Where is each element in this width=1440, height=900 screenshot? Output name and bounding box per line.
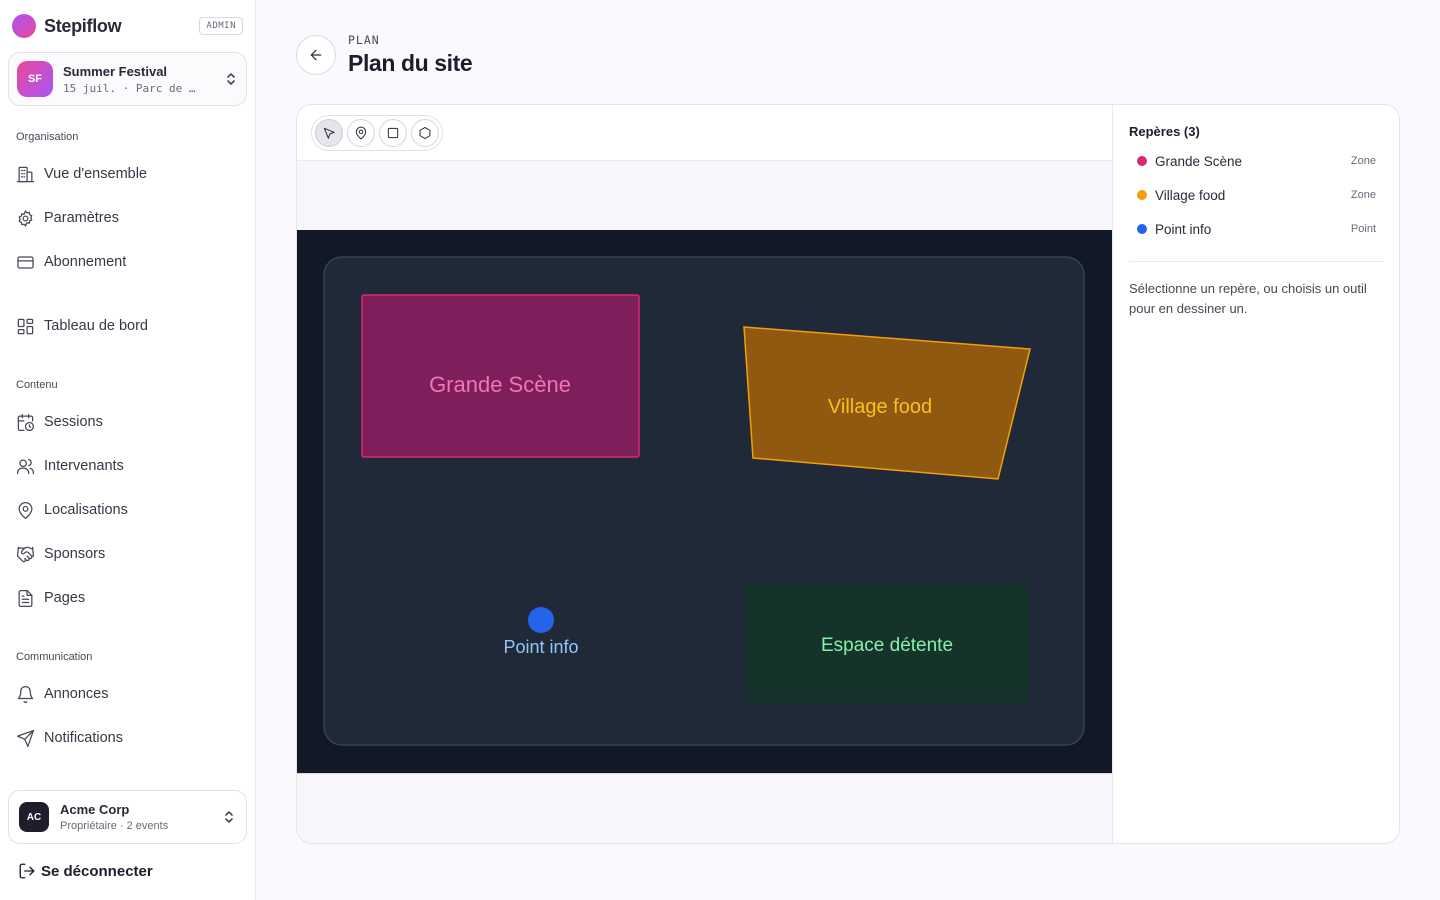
zone-label: Village food (828, 396, 932, 418)
tool-group (311, 115, 443, 151)
nav-item-abonnement[interactable]: Abonnement (16, 248, 240, 276)
marker-name: Village food (1155, 187, 1226, 203)
org-switcher[interactable]: AC Acme Corp Propriétaire · 2 events (8, 790, 247, 844)
brand: Stepiflow ADMIN (12, 14, 244, 38)
event-name: Summer Festival (63, 63, 168, 79)
marker-row-point-info[interactable]: Point info Point (1129, 214, 1384, 244)
org-meta: Propriétaire · 2 events (60, 820, 169, 832)
map-pin-icon (18, 501, 33, 519)
nav-item-sponsors[interactable]: Sponsors (16, 540, 240, 568)
logout-icon (19, 863, 35, 879)
arrow-left-icon (310, 49, 322, 61)
square-icon (387, 127, 399, 139)
nav-label: Annonces (44, 686, 109, 702)
page-title: Plan du site (348, 50, 473, 76)
marker-row-village-food[interactable]: Village food Zone (1129, 180, 1384, 210)
admin-badge: ADMIN (199, 17, 243, 35)
nav-label: Sessions (44, 414, 103, 430)
nav-item-vue-ensemble[interactable]: Vue d'ensemble (16, 160, 240, 188)
nav-item-notifications[interactable]: Notifications (16, 724, 240, 752)
hexagon-icon (419, 126, 431, 140)
nav-label: Sponsors (44, 546, 106, 562)
logout-label: Se déconnecter (41, 862, 153, 880)
nav-item-sessions[interactable]: Sessions (16, 408, 240, 436)
nav-label: Pages (44, 590, 86, 606)
section-label-organisation: Organisation (16, 131, 79, 143)
chevron-up-down-icon (222, 808, 236, 826)
nav-label: Intervenants (44, 458, 124, 474)
point-tool[interactable] (347, 119, 375, 147)
marker-row-grande-scene[interactable]: Grande Scène Zone (1129, 146, 1384, 176)
building-icon (16, 166, 35, 182)
nav-label: Notifications (44, 730, 123, 746)
nav-item-intervenants[interactable]: Intervenants (16, 452, 240, 480)
marker-color-dot (1137, 190, 1147, 200)
nav-label: Vue d'ensemble (44, 166, 147, 182)
point-marker (528, 607, 554, 633)
dashboard-icon (17, 318, 34, 334)
nav-item-pages[interactable]: Pages (16, 584, 240, 612)
section-label-communication: Communication (16, 651, 93, 663)
select-tool[interactable] (315, 119, 343, 147)
rectangle-tool[interactable] (379, 119, 407, 147)
map-toolbar (297, 105, 1112, 161)
event-avatar: SF (17, 61, 53, 97)
chevron-up-down-icon (224, 70, 238, 88)
cursor-icon (323, 127, 335, 139)
users-icon (16, 458, 35, 474)
calendar-clock-icon (17, 413, 35, 431)
org-avatar: AC (19, 802, 49, 832)
zone-espace-detente[interactable]: Espace détente (745, 584, 1028, 703)
gear-icon (18, 209, 33, 227)
sidebar: Stepiflow ADMIN SF Summer Festival 15 ju… (0, 0, 256, 900)
send-icon (16, 729, 35, 747)
marker-name: Grande Scène (1155, 153, 1243, 169)
point-label: Point info (503, 637, 578, 657)
nav-item-annonces[interactable]: Annonces (16, 680, 240, 708)
nav-label: Localisations (44, 502, 128, 518)
nav-item-tableau-de-bord[interactable]: Tableau de bord (16, 312, 240, 340)
nav-item-parametres[interactable]: Paramètres (16, 204, 240, 232)
marker-color-dot (1137, 224, 1147, 234)
panel-divider (1129, 261, 1384, 262)
back-button[interactable] (296, 35, 336, 75)
marker-type: Zone (1350, 155, 1376, 167)
handshake-icon (16, 546, 35, 562)
map-canvas[interactable]: Grande Scène Village food Espace détente… (297, 230, 1112, 774)
markers-panel: Repères (3) Grande Scène Zone Village fo… (1112, 105, 1399, 843)
markers-panel-title: Repères (3) (1129, 124, 1200, 139)
zone-village-food[interactable]: Village food (743, 326, 1031, 480)
credit-card-icon (17, 255, 34, 269)
map-editor: Grande Scène Village food Espace détente… (296, 104, 1400, 844)
brand-logo (12, 14, 36, 38)
logout-button[interactable]: Se déconnecter (18, 862, 153, 880)
section-label-contenu: Contenu (16, 379, 58, 391)
nav-item-localisations[interactable]: Localisations (16, 496, 240, 524)
polygon-tool[interactable] (411, 119, 439, 147)
marker-name: Point info (1155, 221, 1212, 237)
map-pin-icon (355, 126, 367, 140)
nav-label: Paramètres (44, 210, 119, 226)
zone-label: Grande Scène (429, 372, 571, 397)
zone-grande-scene[interactable]: Grande Scène (361, 294, 640, 458)
panel-hint: Sélectionne un repère, ou choisis un out… (1129, 281, 1367, 316)
document-icon (18, 589, 33, 607)
page-kicker: PLAN (348, 33, 380, 47)
brand-name: Stepiflow (44, 15, 122, 36)
event-switcher[interactable]: SF Summer Festival 15 juil. · Parc de … (8, 52, 247, 106)
zone-label: Espace détente (821, 635, 953, 656)
marker-type: Point (1350, 223, 1376, 235)
bell-icon (17, 685, 34, 703)
nav-label: Tableau de bord (44, 318, 148, 334)
org-name: Acme Corp (60, 802, 130, 817)
marker-type: Zone (1350, 189, 1376, 201)
event-meta: 15 juil. · Parc de … (63, 81, 196, 95)
marker-color-dot (1137, 156, 1147, 166)
canvas-column: Grande Scène Village food Espace détente… (297, 105, 1112, 843)
nav-label: Abonnement (44, 254, 127, 270)
